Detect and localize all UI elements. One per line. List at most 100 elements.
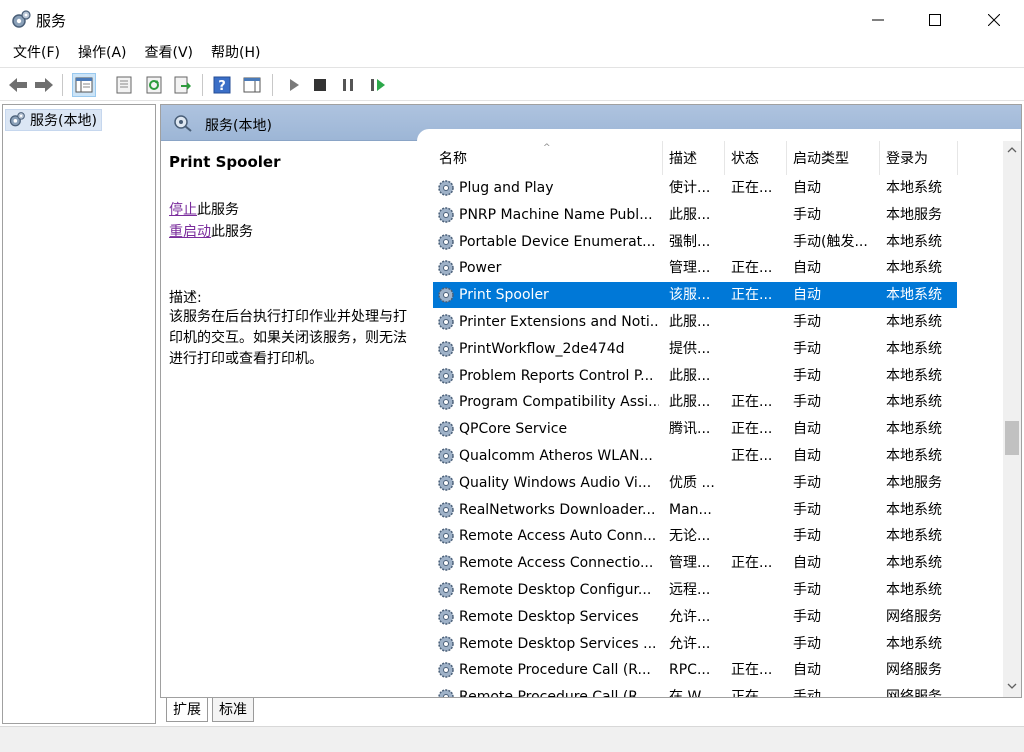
menu-file[interactable]: 文件(F) — [6, 40, 67, 66]
service-row[interactable]: Remote Desktop Services ... 允许... 手动 本地系统 — [433, 631, 957, 657]
service-name-cell: Remote Access Connectio... — [459, 555, 654, 572]
restart-service-suffix: 此服务 — [211, 224, 253, 240]
service-status-cell — [731, 604, 787, 630]
service-gear-icon — [438, 528, 454, 545]
title-bar: 服务 — [0, 0, 1024, 40]
help-icon: ? — [213, 76, 231, 94]
service-startup-type-cell: 自动 — [793, 180, 821, 196]
service-startup-type-cell: 手动 — [793, 340, 821, 357]
service-row[interactable]: Plug and Play 使计... 正在... 自动 本地系统 — [433, 175, 957, 201]
service-row[interactable]: Portable Device Enumerat... 强制... 手动(触发...… — [433, 229, 957, 255]
service-gear-icon — [438, 582, 454, 598]
restart-service-link[interactable]: 重启动 — [169, 224, 211, 240]
restart-service-button[interactable] — [366, 73, 390, 97]
menu-view[interactable]: 查看(V) — [138, 40, 201, 66]
service-logon-cell: 本地系统 — [886, 287, 942, 304]
stop-service-link[interactable]: 停止 — [169, 202, 197, 218]
service-description-cell: 此服... — [669, 394, 711, 411]
services-gear-icon — [12, 10, 31, 28]
list-header: 名称 ^ 描述 状态 启动类型 登录为 — [433, 141, 1003, 175]
service-gear-icon — [438, 689, 454, 697]
column-header-logon-as[interactable]: 登录为 — [880, 141, 958, 175]
forward-button[interactable] — [32, 73, 56, 97]
service-row[interactable]: Remote Procedure Call (R... RPC... 正在... 自动… — [433, 657, 957, 683]
service-row[interactable]: Remote Desktop Services 允许... 手动 网络服务 — [433, 604, 957, 630]
service-name-cell: Portable Device Enumerat... — [459, 233, 656, 250]
column-header-description[interactable]: 描述 — [663, 141, 725, 175]
service-row[interactable]: Problem Reports Control P... 此服... 手动 本地系统 — [433, 363, 957, 389]
service-status-cell: 正在... — [731, 394, 773, 411]
service-logon-cell: 本地系统 — [886, 582, 942, 598]
service-status-cell — [731, 631, 787, 657]
column-header-startup-type[interactable]: 启动类型 — [787, 141, 880, 175]
start-service-button[interactable] — [282, 73, 306, 97]
service-row[interactable]: Quality Windows Audio Vi... 优质 ... 手动 本地服务 — [433, 470, 957, 496]
pause-service-button[interactable] — [336, 73, 360, 97]
maximize-button[interactable] — [907, 0, 963, 40]
show-hide-action-pane-button[interactable] — [240, 73, 264, 97]
service-gear-icon — [438, 609, 454, 625]
services-pane: 服务(本地) Print Spooler 停止此服务 重启动此服务 描述: 该服… — [160, 104, 1022, 698]
service-row[interactable]: Print Spooler 该服... 正在... 自动 本地系统 — [433, 282, 957, 309]
service-name-cell: PrintWorkflow_2de474d — [459, 340, 625, 357]
stop-service-button[interactable] — [308, 73, 332, 97]
service-row[interactable]: PrintWorkflow_2de474d 提供... 手动 本地系统 — [433, 336, 957, 362]
service-status-cell: 正在... — [731, 287, 773, 304]
service-description-cell: 在 W... — [669, 689, 714, 698]
scroll-down-button[interactable] — [1003, 677, 1021, 695]
service-row[interactable]: QPCore Service 腾讯... 正在... 自动 本地系统 — [433, 416, 957, 442]
tab-standard[interactable]: 标准 — [212, 698, 254, 722]
service-logon-cell: 本地系统 — [886, 367, 942, 384]
service-gear-icon — [438, 555, 454, 571]
column-header-name[interactable]: 名称 ^ — [433, 141, 663, 175]
service-gear-icon — [438, 341, 454, 357]
services-list: 名称 ^ 描述 状态 启动类型 登录为 Plug and Play 使计... 正在… — [433, 141, 1003, 698]
menu-help[interactable]: 帮助(H) — [204, 40, 267, 66]
tab-extended[interactable]: 扩展 — [166, 698, 208, 722]
tree-item-services-local[interactable]: 服务(本地) — [5, 109, 102, 131]
service-startup-type-cell: 自动 — [793, 421, 821, 438]
properties-button[interactable] — [112, 73, 136, 97]
column-header-label: 登录为 — [886, 151, 928, 167]
description-label: 描述: — [169, 290, 202, 306]
export-list-button[interactable] — [170, 73, 194, 97]
service-row[interactable]: Remote Access Auto Conn... 无论... 手动 本地系统 — [433, 523, 957, 549]
service-startup-type-cell: 自动 — [793, 448, 821, 464]
stop-service-icon — [314, 79, 326, 91]
service-row[interactable]: RealNetworks Downloader... Man... 手动 本地系统 — [433, 497, 957, 523]
refresh-button[interactable] — [142, 73, 166, 97]
service-gear-icon — [438, 260, 454, 277]
service-row[interactable]: PNRP Machine Name Publ... 此服... 手动 本地服务 — [433, 202, 957, 228]
back-button[interactable] — [6, 73, 30, 97]
column-header-label: 启动类型 — [793, 151, 849, 167]
scrollbar-thumb[interactable] — [1005, 421, 1019, 455]
chevron-up-icon — [1007, 147, 1017, 153]
vertical-scrollbar[interactable] — [1003, 141, 1021, 697]
menu-action[interactable]: 操作(A) — [71, 40, 134, 66]
scroll-up-button[interactable] — [1003, 141, 1021, 159]
minimize-icon — [872, 19, 884, 21]
help-button[interactable]: ? — [210, 73, 234, 97]
service-row[interactable]: Qualcomm Atheros WLAN... 正在... 自动 本地系统 — [433, 443, 957, 469]
minimize-button[interactable] — [850, 0, 906, 40]
service-status-cell — [731, 523, 787, 549]
service-row[interactable]: Remote Access Connectio... 管理... 正在... 自动 本地… — [433, 550, 957, 576]
service-row[interactable]: Power 管理... 正在... 自动 本地系统 — [433, 255, 957, 281]
tree-item-label: 服务(本地) — [30, 113, 97, 129]
service-description-cell: 提供... — [669, 340, 711, 357]
service-status-cell: 正在... — [731, 662, 773, 679]
service-row[interactable]: Remote Procedure Call (R... 在 W... 正在... 手动… — [433, 684, 957, 698]
service-row[interactable]: Remote Desktop Configur... 远程... 手动 本地系统 — [433, 577, 957, 603]
service-status-cell: 正在... — [731, 555, 773, 572]
service-row[interactable]: Program Compatibility Assi... 此服... 正在... 手… — [433, 389, 957, 415]
close-button[interactable] — [966, 0, 1022, 40]
show-hide-console-tree-button[interactable] — [72, 73, 96, 97]
column-header-label: 名称 — [439, 151, 467, 167]
window-title: 服务 — [36, 12, 67, 30]
service-description-cell: 此服... — [669, 206, 711, 223]
service-description-cell: Man... — [669, 501, 712, 518]
selected-service-name: Print Spooler — [169, 153, 281, 171]
service-row[interactable]: Printer Extensions and Noti... 此服... 手动 本地系… — [433, 309, 957, 335]
column-header-status[interactable]: 状态 — [725, 141, 787, 175]
view-tabs: 扩展 标准 — [160, 698, 1022, 724]
